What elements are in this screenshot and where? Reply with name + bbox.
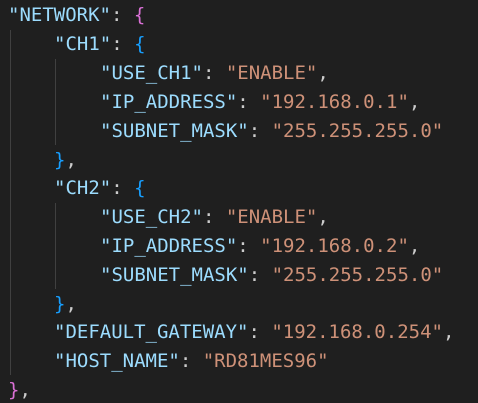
colon: : <box>111 33 135 55</box>
code-line: "IP_ADDRESS": "192.168.0.2", <box>100 232 420 261</box>
use-ch1-key: "USE_CH1" <box>100 62 203 84</box>
open-brace: { <box>133 4 146 26</box>
ch1-key: "CH1" <box>54 33 112 55</box>
subnet-mask-key: "SUBNET_MASK" <box>100 264 249 286</box>
code-line: "SUBNET_MASK": "255.255.255.0" <box>100 117 443 146</box>
host-name-key: "HOST_NAME" <box>54 350 180 372</box>
code-line: "NETWORK": { <box>8 1 145 30</box>
colon: : <box>237 91 261 113</box>
code-editor[interactable]: "NETWORK": { "CH1": { "USE_CH1": "ENABLE… <box>0 0 478 403</box>
indent-guide <box>10 30 11 375</box>
colon: : <box>202 206 226 228</box>
subnet-mask-value: "255.255.255.0" <box>271 264 444 286</box>
comma: , <box>442 321 455 343</box>
code-line: "SUBNET_MASK": "255.255.255.0" <box>100 261 443 290</box>
use-ch1-value: "ENABLE" <box>225 62 318 84</box>
host-name-value: "RD81MES96" <box>202 350 329 372</box>
colon: : <box>179 350 203 372</box>
open-brace: { <box>134 33 146 55</box>
colon: : <box>248 321 272 343</box>
code-line: "DEFAULT_GATEWAY": "192.168.0.254", <box>54 318 454 347</box>
code-line: }, <box>54 146 77 175</box>
ip-address-key: "IP_ADDRESS" <box>100 91 238 113</box>
comma: , <box>317 206 329 228</box>
subnet-mask-value: "255.255.255.0" <box>271 120 444 142</box>
ip-address-value: "192.168.0.2" <box>260 235 409 257</box>
code-line: "USE_CH1": "ENABLE", <box>100 59 329 88</box>
code-line: "USE_CH2": "ENABLE", <box>100 203 329 232</box>
close-brace: } <box>54 149 66 171</box>
comma: , <box>65 293 77 315</box>
indent-guide <box>55 203 56 289</box>
code-line: }, <box>8 376 31 403</box>
comma: , <box>408 235 421 257</box>
code-line: "CH1": { <box>54 30 146 59</box>
use-ch2-key: "USE_CH2" <box>100 206 203 228</box>
code-line: "HOST_NAME": "RD81MES96" <box>54 347 329 376</box>
colon: : <box>248 264 272 286</box>
colon: : <box>202 62 226 84</box>
comma: , <box>65 149 77 171</box>
default-gateway-key: "DEFAULT_GATEWAY" <box>54 321 249 343</box>
code-line: "IP_ADDRESS": "192.168.0.1", <box>100 88 420 117</box>
subnet-mask-key: "SUBNET_MASK" <box>100 120 249 142</box>
code-line: "CH2": { <box>54 174 146 203</box>
default-gateway-value: "192.168.0.254" <box>271 321 443 343</box>
colon: : <box>110 4 134 26</box>
ip-address-value: "192.168.0.1" <box>260 91 409 113</box>
comma: , <box>19 379 31 401</box>
colon: : <box>111 177 135 199</box>
network-key: "NETWORK" <box>8 4 111 26</box>
comma: , <box>408 91 421 113</box>
colon: : <box>248 120 272 142</box>
colon: : <box>237 235 261 257</box>
use-ch2-value: "ENABLE" <box>225 206 318 228</box>
open-brace: { <box>134 177 146 199</box>
close-brace: } <box>54 293 66 315</box>
close-brace: } <box>8 379 20 401</box>
ch2-key: "CH2" <box>54 177 112 199</box>
code-line: }, <box>54 290 77 319</box>
indent-guide <box>55 59 56 145</box>
ip-address-key: "IP_ADDRESS" <box>100 235 238 257</box>
comma: , <box>317 62 329 84</box>
